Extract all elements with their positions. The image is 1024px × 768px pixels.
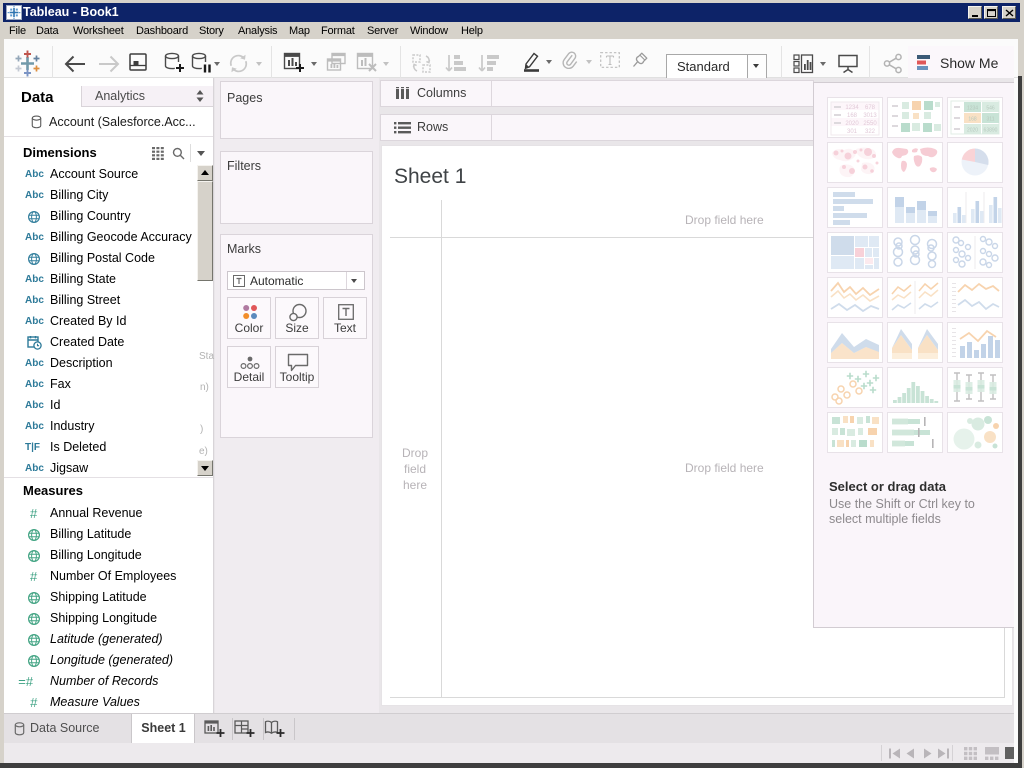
- svg-text:1234: 1234: [967, 106, 978, 112]
- svg-text:2020: 2020: [845, 121, 859, 127]
- svg-text:1234: 1234: [845, 105, 859, 111]
- svg-text:168: 168: [968, 117, 977, 123]
- svg-text:2020: 2020: [967, 128, 978, 134]
- svg-text:3013: 3013: [863, 113, 877, 119]
- svg-text:301: 301: [847, 129, 858, 135]
- svg-text:322: 322: [865, 129, 876, 135]
- svg-text:311: 311: [987, 117, 995, 123]
- svg-text:168: 168: [847, 113, 858, 119]
- svg-text:2550: 2550: [863, 121, 877, 127]
- svg-text:63890: 63890: [984, 128, 998, 134]
- svg-text:546: 546: [986, 106, 995, 112]
- svg-text:678: 678: [865, 105, 876, 111]
